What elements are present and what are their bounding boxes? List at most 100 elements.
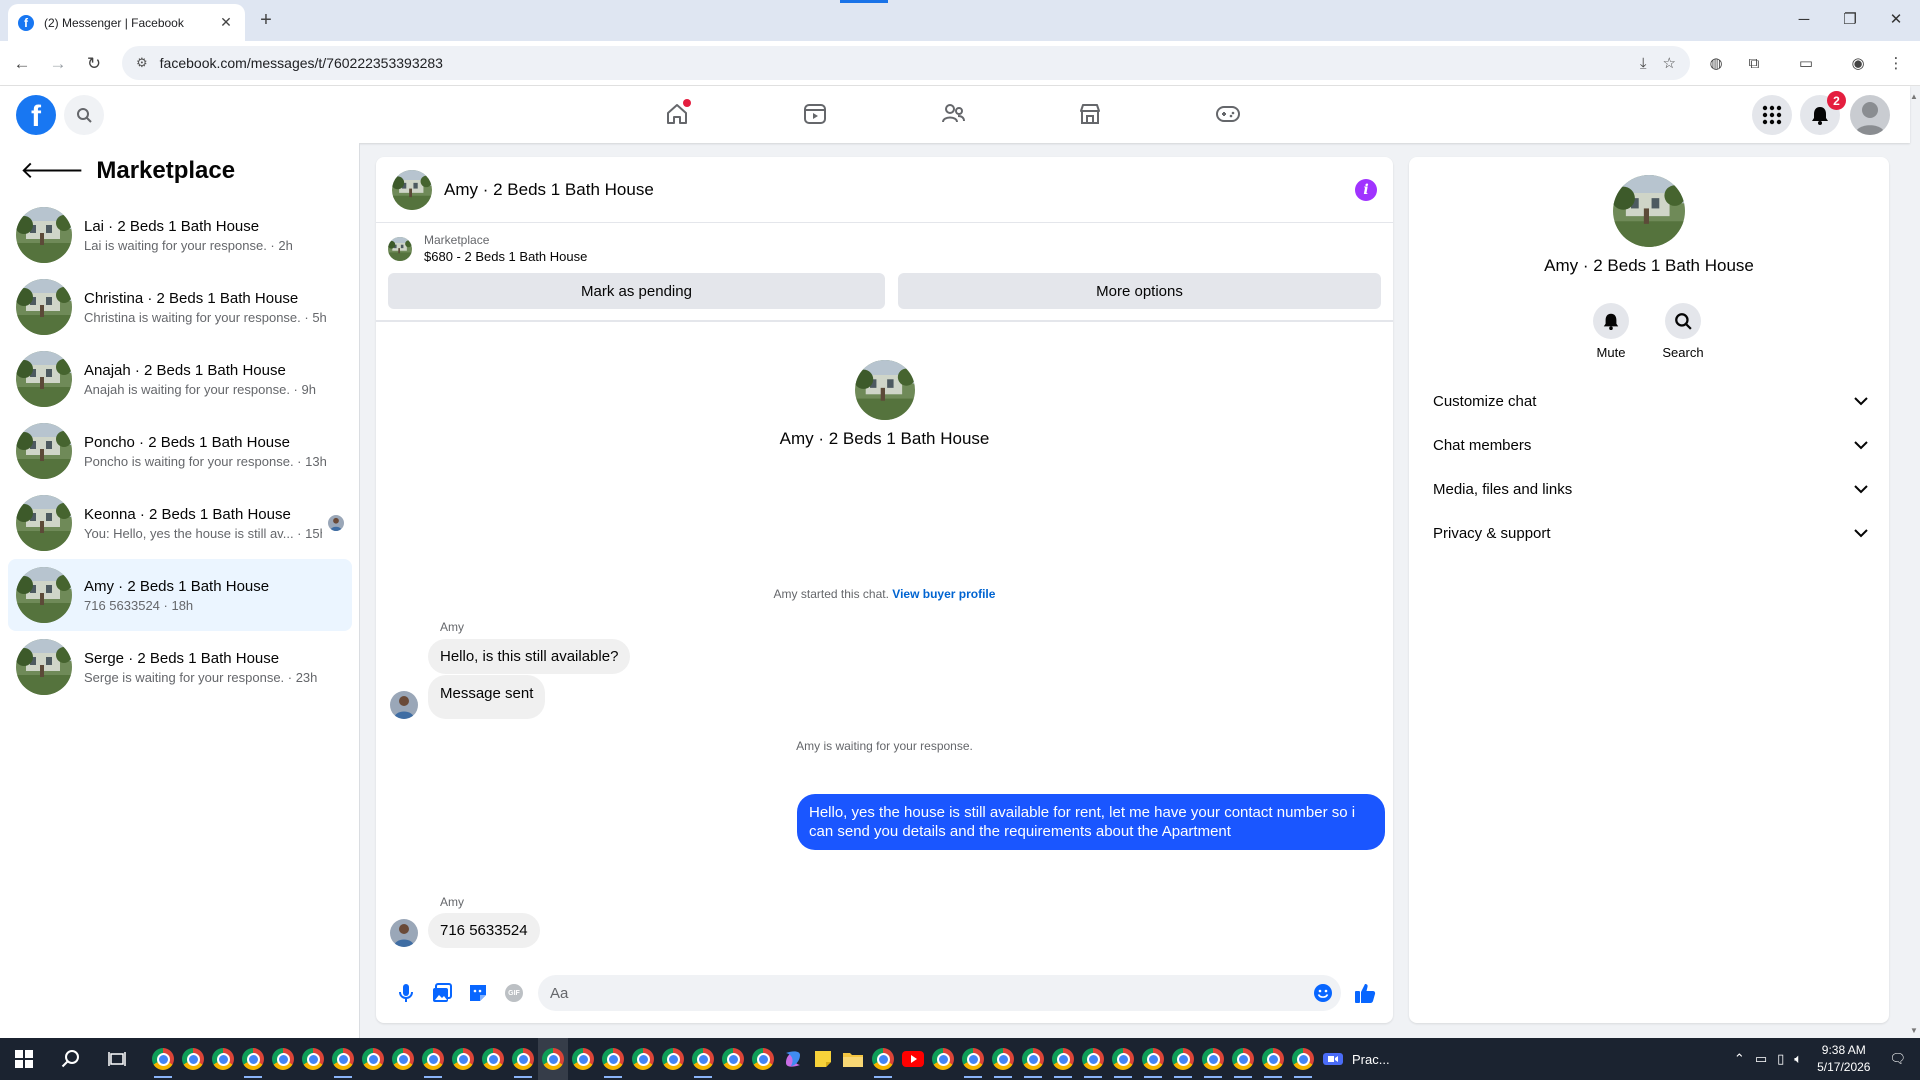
translate-icon[interactable]: ◍ bbox=[1704, 52, 1728, 76]
zoom-app-icon[interactable] bbox=[1318, 1038, 1348, 1080]
browser-tab-messenger[interactable]: f (2) Messenger | Facebook ✕ bbox=[8, 4, 245, 41]
outgoing-message[interactable]: Hello, yes the house is still available … bbox=[797, 794, 1385, 850]
mark-pending-button[interactable]: Mark as pending bbox=[388, 273, 885, 309]
volume-icon[interactable]: 🔈︎ bbox=[1794, 1051, 1802, 1067]
conversation-item[interactable]: Amy · 2 Beds 1 Bath House 716 5633524 · 1… bbox=[8, 559, 352, 631]
conversation-item[interactable]: Keonna · 2 Beds 1 Bath House You: Hello, … bbox=[8, 487, 352, 559]
back-arrow-icon[interactable]: 🡐 bbox=[20, 159, 84, 183]
chrome-app-icon[interactable] bbox=[448, 1038, 478, 1080]
chrome-app-icon[interactable] bbox=[478, 1038, 508, 1080]
install-app-icon[interactable]: ⤓ bbox=[1640, 55, 1647, 72]
new-tab-button[interactable]: + bbox=[254, 8, 278, 32]
chrome-app-icon[interactable] bbox=[568, 1038, 598, 1080]
chrome-app-icon[interactable] bbox=[358, 1038, 388, 1080]
listing-summary[interactable]: Marketplace $680 - 2 Beds 1 Bath House bbox=[388, 233, 587, 264]
chrome-app-icon[interactable] bbox=[1138, 1038, 1168, 1080]
profile-avatar[interactable] bbox=[1613, 175, 1685, 247]
notification-center-icon[interactable]: 🗨︎ bbox=[1889, 1051, 1906, 1067]
friends-icon[interactable] bbox=[937, 98, 969, 130]
gaming-icon[interactable] bbox=[1212, 98, 1244, 130]
chrome-app-icon[interactable] bbox=[748, 1038, 778, 1080]
incoming-message[interactable]: Hello, is this still available? bbox=[428, 639, 631, 674]
chat-members-section[interactable]: Chat members bbox=[1425, 425, 1873, 465]
scroll-up-arrow[interactable]: ▲ bbox=[1910, 92, 1920, 101]
chrome-app-icon[interactable] bbox=[298, 1038, 328, 1080]
chrome-app-icon[interactable] bbox=[928, 1038, 958, 1080]
task-view-icon[interactable] bbox=[94, 1038, 140, 1080]
view-buyer-profile-link[interactable]: View buyer profile bbox=[892, 587, 995, 601]
chrome-app-icon[interactable] bbox=[988, 1038, 1018, 1080]
menu-grid-icon[interactable] bbox=[1752, 95, 1792, 135]
facebook-logo-icon[interactable]: f bbox=[16, 95, 56, 135]
info-icon[interactable]: i bbox=[1355, 178, 1377, 201]
chrome-app-icon[interactable] bbox=[508, 1038, 538, 1080]
video-icon[interactable] bbox=[799, 98, 831, 130]
chrome-app-icon[interactable] bbox=[148, 1038, 178, 1080]
sticky-notes-icon[interactable] bbox=[808, 1038, 838, 1080]
tab-close-icon[interactable]: ✕ bbox=[217, 14, 235, 31]
browser-menu-icon[interactable]: ⋮ bbox=[1884, 52, 1908, 76]
reload-button[interactable]: ↻ bbox=[82, 52, 106, 76]
media-files-links-section[interactable]: Media, files and links bbox=[1425, 469, 1873, 509]
gif-icon[interactable]: GIF bbox=[496, 975, 532, 1011]
mute-button[interactable]: Mute bbox=[1581, 303, 1641, 360]
chrome-app-icon[interactable] bbox=[178, 1038, 208, 1080]
marketplace-icon[interactable] bbox=[1074, 98, 1106, 130]
forward-button[interactable]: → bbox=[46, 52, 70, 76]
sender-avatar[interactable] bbox=[390, 919, 418, 947]
chrome-app-icon[interactable] bbox=[1258, 1038, 1288, 1080]
taskbar-search-icon[interactable] bbox=[48, 1038, 94, 1080]
chrome-app-icon[interactable] bbox=[718, 1038, 748, 1080]
home-icon[interactable] bbox=[661, 98, 693, 130]
search-icon[interactable] bbox=[64, 95, 104, 135]
windows-start-icon[interactable] bbox=[0, 1038, 48, 1080]
chrome-app-icon[interactable] bbox=[1108, 1038, 1138, 1080]
sender-avatar[interactable] bbox=[390, 691, 418, 719]
notifications-button[interactable]: 2 bbox=[1800, 91, 1846, 135]
close-window-button[interactable]: ✕ bbox=[1876, 8, 1916, 32]
conversation-item[interactable]: Lai · 2 Beds 1 Bath House Lai is waiting … bbox=[8, 199, 352, 271]
chrome-app-icon[interactable] bbox=[1018, 1038, 1048, 1080]
chrome-app-icon[interactable] bbox=[688, 1038, 718, 1080]
search-conversation-button[interactable]: Search bbox=[1653, 303, 1713, 360]
conversation-item[interactable]: Serge · 2 Beds 1 Bath House Serge is wait… bbox=[8, 631, 352, 703]
privacy-support-section[interactable]: Privacy & support bbox=[1425, 513, 1873, 553]
chrome-app-icon[interactable] bbox=[598, 1038, 628, 1080]
chrome-app-icon[interactable] bbox=[1228, 1038, 1258, 1080]
chrome-app-icon[interactable] bbox=[238, 1038, 268, 1080]
chat-avatar[interactable] bbox=[392, 169, 432, 210]
chrome-app-icon[interactable] bbox=[1198, 1038, 1228, 1080]
back-button[interactable]: ← bbox=[10, 52, 34, 76]
bookmark-star-icon[interactable]: ☆ bbox=[1663, 54, 1676, 72]
chrome-app-icon[interactable] bbox=[958, 1038, 988, 1080]
chrome-app-icon[interactable] bbox=[268, 1038, 298, 1080]
like-icon[interactable] bbox=[1347, 975, 1383, 1011]
url-text[interactable]: facebook.com/messages/t/760222353393283 bbox=[160, 55, 1624, 71]
conversation-item[interactable]: Anajah · 2 Beds 1 Bath House Anajah is wa… bbox=[8, 343, 352, 415]
address-bar[interactable]: ⚙ facebook.com/messages/t/76022235339328… bbox=[122, 46, 1690, 80]
chrome-app-icon[interactable] bbox=[538, 1038, 568, 1080]
conversation-item[interactable]: Poncho · 2 Beds 1 Bath House Poncho is wa… bbox=[8, 415, 352, 487]
taskbar-clock[interactable]: 9:38 AM 5/17/2026 bbox=[1817, 1042, 1870, 1076]
network-icon[interactable]: ▭ bbox=[1755, 1051, 1767, 1067]
site-info-icon[interactable]: ⚙ bbox=[136, 55, 148, 71]
chrome-app-icon[interactable] bbox=[868, 1038, 898, 1080]
chrome-app-icon[interactable] bbox=[418, 1038, 448, 1080]
chrome-app-icon[interactable] bbox=[208, 1038, 238, 1080]
youtube-icon[interactable] bbox=[898, 1038, 928, 1080]
chrome-app-icon[interactable] bbox=[628, 1038, 658, 1080]
incoming-message[interactable]: 716 5633524 bbox=[428, 913, 540, 948]
chat-title[interactable]: Amy · 2 Beds 1 Bath House bbox=[444, 180, 1355, 200]
chrome-app-icon[interactable] bbox=[1078, 1038, 1108, 1080]
taskbar-app-label[interactable]: Prac... bbox=[1352, 1052, 1390, 1067]
chrome-app-icon[interactable] bbox=[388, 1038, 418, 1080]
scroll-down-arrow[interactable]: ▼ bbox=[1910, 1026, 1920, 1035]
sticker-icon[interactable] bbox=[460, 975, 496, 1011]
chrome-app-icon[interactable] bbox=[328, 1038, 358, 1080]
emoji-icon[interactable] bbox=[1305, 975, 1341, 1011]
extensions-icon[interactable]: ⧉ bbox=[1742, 52, 1766, 76]
chrome-app-icon[interactable] bbox=[1048, 1038, 1078, 1080]
account-avatar[interactable] bbox=[1850, 95, 1890, 135]
profile-icon[interactable]: ◉ bbox=[1846, 52, 1870, 76]
message-input[interactable] bbox=[538, 975, 1341, 1011]
